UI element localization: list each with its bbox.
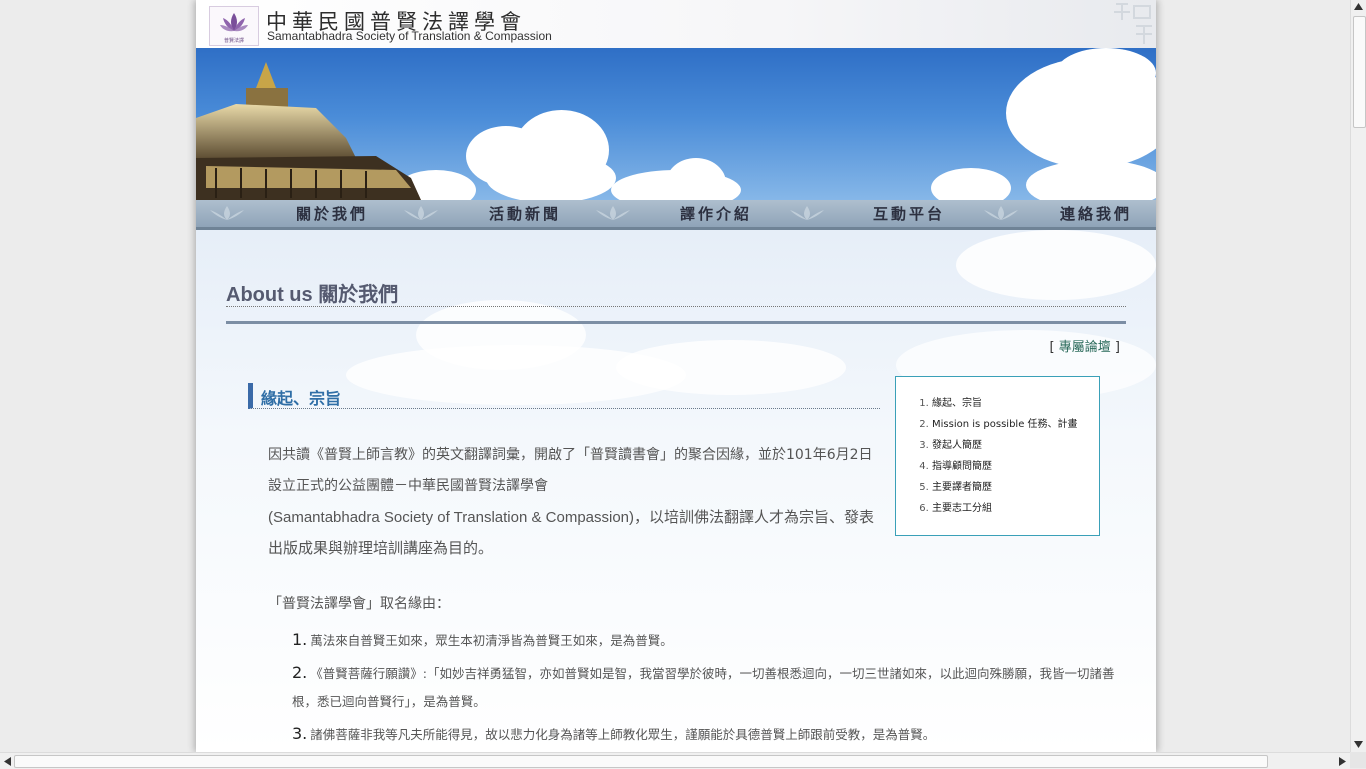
bracket-close: ]: [1114, 340, 1120, 355]
lotus-logo-icon: [220, 13, 248, 32]
horizontal-scroll-thumb[interactable]: [14, 755, 1268, 768]
scrollbar-corner: [1350, 752, 1366, 768]
nav-about-us[interactable]: 關於我們: [296, 203, 368, 224]
vertical-scrollbar[interactable]: [1350, 0, 1366, 752]
title-underline: [226, 321, 1126, 324]
section-heading: 緣起、宗旨: [248, 383, 880, 409]
scroll-left-arrow-icon[interactable]: [4, 757, 11, 766]
intro-text-2: (Samantabhadra Society of Translation & …: [268, 509, 875, 557]
toc-item-translators[interactable]: 主要譯者簡歷: [932, 477, 1099, 498]
toc-item-origin[interactable]: 緣起、宗旨: [932, 393, 1099, 414]
corner-decoration-icon: [1114, 3, 1152, 44]
lotus-ornament-icon: [210, 206, 244, 220]
list-item: 1. 萬法來自普賢王如來，眾生本初清淨皆為普賢王如來，是為普賢。: [292, 630, 673, 649]
horizontal-scrollbar[interactable]: [0, 752, 1350, 769]
bracket-open: [: [1049, 340, 1055, 355]
title-divider: [226, 306, 1126, 307]
main-navigation: 關於我們 活動新聞 譯作介紹 互動平台 連絡我們: [196, 200, 1156, 230]
temple-image: [196, 62, 421, 200]
toc-item-mission[interactable]: Mission is possible 任務、計畫: [932, 414, 1099, 435]
nav-translations[interactable]: 譯作介紹: [680, 203, 752, 224]
lotus-ornament-icon: [790, 206, 824, 220]
nav-contact-us[interactable]: 連絡我們: [1060, 203, 1132, 224]
lotus-ornament-icon: [596, 206, 630, 220]
intro-paragraph: 因共讀《普賢上師言教》的英文翻譯詞彙，開啟了「普賢讀書會」的聚合因緣，並於101…: [268, 440, 878, 564]
scroll-down-arrow-icon[interactable]: [1354, 741, 1363, 748]
lotus-ornament-icon: [984, 206, 1018, 220]
logo-caption: 普賢法譯: [223, 38, 244, 44]
intro-text-1: 因共讀《普賢上師言教》的英文翻譯詞彙，開啟了「普賢讀書會」的聚合因緣，並於101…: [268, 447, 873, 494]
forum-link[interactable]: 專屬論壇: [1059, 340, 1111, 355]
page-container: 普賢法譯 中華民國普賢法譯學會 Samantabhadra Society of…: [196, 0, 1156, 752]
nav-interactive-platform[interactable]: 互動平台: [873, 203, 945, 224]
toc-item-founder[interactable]: 發起人簡歷: [932, 435, 1099, 456]
site-logo[interactable]: 普賢法譯: [209, 6, 259, 46]
list-item: 2. 《普賢菩薩行願讚》:「如妙吉祥勇猛智，亦如普賢如是智，我當習學於彼時，一切善…: [292, 663, 1115, 709]
page-title: About us 關於我們: [226, 284, 399, 306]
lotus-ornament-icon: [404, 206, 438, 220]
scroll-right-arrow-icon[interactable]: [1339, 757, 1346, 766]
list-item: 3. 諸佛菩薩非我等凡夫所能得見，故以悲力化身為諸等上師教化眾生，謹願能於具德普賢…: [292, 724, 936, 743]
scroll-up-arrow-icon[interactable]: [1354, 3, 1363, 10]
site-header: 普賢法譯 中華民國普賢法譯學會 Samantabhadra Society of…: [196, 0, 1156, 48]
table-of-contents: 緣起、宗旨 Mission is possible 任務、計畫 發起人簡歷 指導…: [895, 376, 1100, 536]
naming-reasons-list: 1. 萬法來自普賢王如來，眾生本初清淨皆為普賢王如來，是為普賢。 2. 《普賢菩薩行…: [292, 626, 1118, 752]
toc-item-advisors[interactable]: 指導顧問簡歷: [932, 456, 1099, 477]
vertical-scroll-thumb[interactable]: [1353, 16, 1366, 128]
section-title: 緣起、宗旨: [261, 389, 342, 408]
site-title-english: Samantabhadra Society of Translation & C…: [267, 29, 552, 43]
naming-intro: 「普賢法譯學會」取名緣由：: [268, 596, 450, 612]
forum-link-wrapper: [ 專屬論壇 ]: [1050, 336, 1120, 355]
toc-item-volunteers[interactable]: 主要志工分組: [932, 498, 1099, 519]
nav-news[interactable]: 活動新聞: [489, 203, 561, 224]
hero-banner: [196, 48, 1156, 200]
